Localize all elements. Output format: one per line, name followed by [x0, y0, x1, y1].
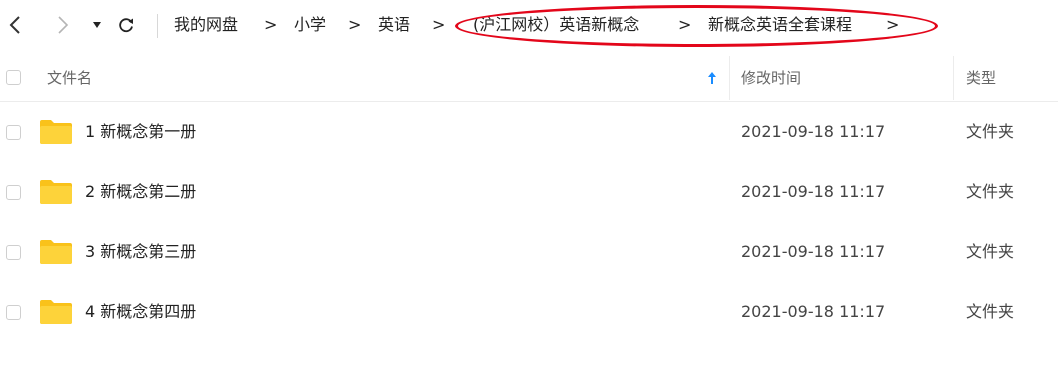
breadcrumb-separator: > — [886, 15, 900, 34]
folder-icon — [40, 300, 72, 324]
breadcrumb-separator: > — [678, 15, 692, 34]
table-row[interactable]: 3 新概念第三册 2021-09-18 11:17 文件夹 — [0, 222, 1058, 282]
table-row[interactable]: 1 新概念第一册 2021-09-18 11:17 文件夹 — [0, 102, 1058, 162]
file-name[interactable]: 1 新概念第一册 — [85, 121, 196, 143]
breadcrumb-item-primary[interactable]: 小学 — [294, 13, 326, 37]
toolbar-divider — [157, 14, 158, 38]
refresh-icon — [119, 18, 133, 33]
file-type: 文件夹 — [966, 302, 1015, 321]
column-divider[interactable] — [729, 56, 730, 100]
back-button[interactable] — [2, 10, 28, 40]
forward-button[interactable] — [50, 10, 76, 40]
file-modified: 2021-09-18 11:17 — [741, 242, 886, 261]
column-header-name[interactable]: 文件名 — [47, 68, 92, 88]
forward-icon — [58, 16, 69, 34]
column-divider[interactable] — [953, 56, 954, 100]
file-name[interactable]: 3 新概念第三册 — [85, 241, 196, 263]
refresh-button[interactable] — [112, 10, 140, 40]
breadcrumb-item-english[interactable]: 英语 — [378, 13, 410, 37]
file-modified: 2021-09-18 11:17 — [741, 182, 886, 201]
row-checkbox[interactable] — [6, 245, 21, 260]
folder-icon — [40, 240, 72, 264]
history-dropdown-button[interactable] — [88, 10, 106, 40]
breadcrumb-separator: > — [432, 15, 446, 34]
folder-icon — [40, 180, 72, 204]
file-type: 文件夹 — [966, 182, 1015, 201]
breadcrumb-item-full-course[interactable]: 新概念英语全套课程 — [708, 13, 852, 37]
breadcrumb-item-hujiang-new-concept[interactable]: (沪江网校）英语新概念 — [473, 13, 639, 37]
file-modified: 2021-09-18 11:17 — [741, 302, 886, 321]
breadcrumb-item-my-drive[interactable]: 我的网盘 — [174, 13, 238, 37]
row-checkbox[interactable] — [6, 305, 21, 320]
select-all-checkbox[interactable] — [6, 70, 21, 85]
column-header-type[interactable]: 类型 — [966, 68, 996, 88]
sort-up-icon[interactable] — [706, 68, 718, 88]
table-row[interactable]: 4 新概念第四册 2021-09-18 11:17 文件夹 — [0, 282, 1058, 342]
table-header: 文件名 修改时间 类型 — [0, 56, 1058, 102]
folder-icon — [40, 120, 72, 144]
file-name[interactable]: 4 新概念第四册 — [85, 301, 196, 323]
toolbar: 我的网盘 > 小学 > 英语 > (沪江网校）英语新概念 > 新概念英语全套课程… — [0, 0, 1058, 52]
table-row[interactable]: 2 新概念第二册 2021-09-18 11:17 文件夹 — [0, 162, 1058, 222]
file-modified: 2021-09-18 11:17 — [741, 122, 886, 141]
back-icon — [9, 16, 20, 34]
breadcrumb-separator: > — [264, 15, 278, 34]
column-header-modified[interactable]: 修改时间 — [741, 68, 801, 88]
file-type: 文件夹 — [966, 122, 1015, 141]
row-checkbox[interactable] — [6, 185, 21, 200]
breadcrumb-separator: > — [348, 15, 362, 34]
dropdown-icon — [93, 22, 101, 28]
file-type: 文件夹 — [966, 242, 1015, 261]
file-name[interactable]: 2 新概念第二册 — [85, 181, 196, 203]
row-checkbox[interactable] — [6, 125, 21, 140]
